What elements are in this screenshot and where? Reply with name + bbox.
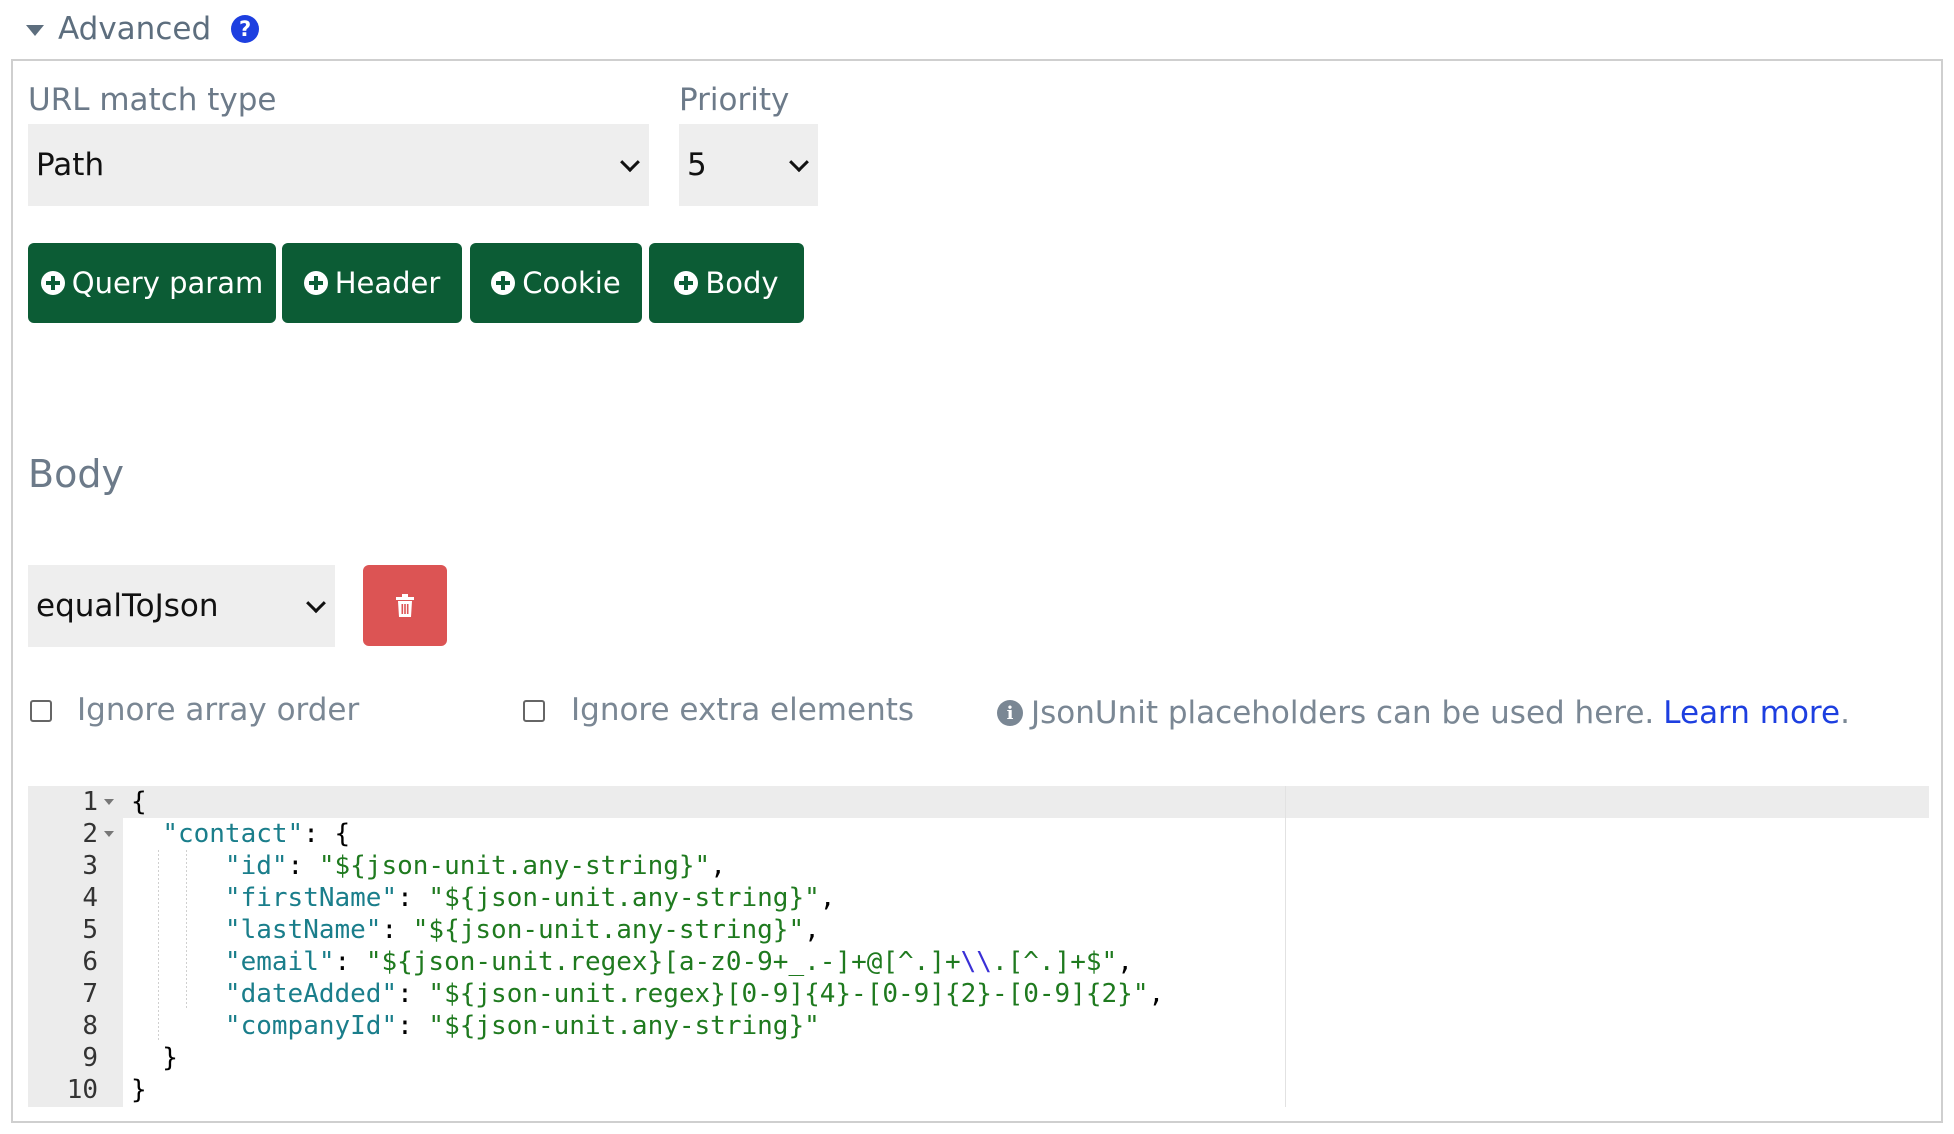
chevron-down-icon [789, 152, 809, 173]
url-match-type-value: Path [36, 147, 105, 183]
plus-circle-icon [674, 271, 699, 295]
line-number: 3 [82, 851, 98, 881]
chevron-down-icon [306, 593, 326, 614]
code-line: 6 "email": "${json-unit.regex}[a-z0-9+_.… [28, 946, 1328, 978]
plus-circle-icon [303, 271, 328, 295]
line-number: 2 [82, 819, 98, 849]
ignore-extra-elements-label: Ignore extra elements [571, 692, 915, 728]
code-text: "companyId": "${json-unit.any-string}" [224, 1011, 820, 1041]
ignore-array-order-label: Ignore array order [77, 692, 360, 728]
add-query-param-label: Query param [71, 266, 264, 300]
line-number: 5 [82, 915, 98, 945]
code-text: } [131, 1043, 178, 1073]
line-number: 4 [82, 883, 98, 913]
add-header-label: Header [334, 266, 441, 300]
add-body-label: Body [705, 266, 779, 300]
question-circle-icon[interactable]: ? [231, 15, 260, 43]
caret-down-icon [26, 24, 44, 36]
code-text: "email": "${json-unit.regex}[a-z0-9+_.-]… [224, 947, 1133, 977]
code-text: } [131, 1075, 147, 1105]
code-line: 4 "firstName": "${json-unit.any-string}"… [28, 882, 1328, 914]
jsonunit-info: i JsonUnit placeholders can be used here… [997, 691, 1850, 735]
code-line: 5 "lastName": "${json-unit.any-string}", [28, 914, 1328, 946]
code-text: "contact": { [162, 819, 351, 849]
priority-select[interactable]: 5 [679, 124, 818, 206]
line-number: 7 [82, 979, 98, 1009]
body-matcher-value: equalToJson [36, 588, 219, 624]
line-number: 9 [82, 1043, 98, 1073]
info-circle-icon: i [997, 700, 1023, 726]
delete-body-button[interactable] [363, 565, 447, 646]
line-number: 1 [82, 787, 98, 817]
ignore-array-order-checkbox[interactable] [30, 700, 52, 722]
code-line: 3 "id": "${json-unit.any-string}", [28, 850, 1328, 882]
code-text: { [131, 787, 147, 817]
code-text: "dateAdded": "${json-unit.regex}[0-9]{4}… [224, 979, 1165, 1009]
code-text: "firstName": "${json-unit.any-string}", [224, 883, 836, 913]
code-text: "lastName": "${json-unit.any-string}", [224, 915, 820, 945]
add-cookie-label: Cookie [522, 266, 621, 300]
code-line: 8 "companyId": "${json-unit.any-string}" [28, 1010, 1328, 1042]
fold-arrow-icon[interactable] [104, 799, 114, 805]
code-line: 2 "contact": { [28, 818, 1328, 850]
code-line: 1 { [28, 786, 1328, 818]
code-line: 10 } [28, 1074, 1328, 1106]
code-line: 7 "dateAdded": "${json-unit.regex}[0-9]{… [28, 978, 1328, 1010]
line-number: 10 [66, 1075, 98, 1105]
plus-circle-icon [40, 271, 65, 295]
line-number: 6 [82, 947, 98, 977]
priority-value: 5 [687, 147, 707, 183]
line-number: 8 [82, 1011, 98, 1041]
info-period: . [1840, 695, 1850, 731]
body-section-title: Body [28, 452, 124, 496]
add-body-button[interactable]: Body [649, 243, 804, 323]
advanced-root: Advanced ? URL match type Path Priority … [0, 0, 1954, 1134]
advanced-toggle[interactable]: Advanced ? [26, 8, 260, 50]
fold-arrow-icon[interactable] [104, 831, 114, 837]
body-matcher-select[interactable]: equalToJson [28, 565, 335, 647]
add-query-param-button[interactable]: Query param [28, 243, 276, 323]
url-match-type-label: URL match type [28, 82, 277, 118]
plus-circle-icon [491, 271, 516, 295]
add-cookie-button[interactable]: Cookie [470, 243, 642, 323]
jsonunit-info-text: JsonUnit placeholders can be used here. [1031, 695, 1655, 731]
url-match-type-select[interactable]: Path [28, 124, 649, 206]
json-body-editor[interactable]: 1 { 2 "contact": { 3 "id": "${json-unit.… [28, 786, 1929, 1107]
add-header-button[interactable]: Header [282, 243, 462, 323]
code-line: 9 } [28, 1042, 1328, 1074]
chevron-down-icon [620, 152, 640, 173]
priority-label: Priority [679, 82, 790, 118]
code-text: "id": "${json-unit.any-string}", [224, 851, 726, 881]
ignore-extra-elements-checkbox[interactable] [523, 700, 545, 722]
advanced-title: Advanced [58, 11, 212, 47]
trash-icon [396, 593, 414, 617]
learn-more-link[interactable]: Learn more [1663, 695, 1840, 731]
